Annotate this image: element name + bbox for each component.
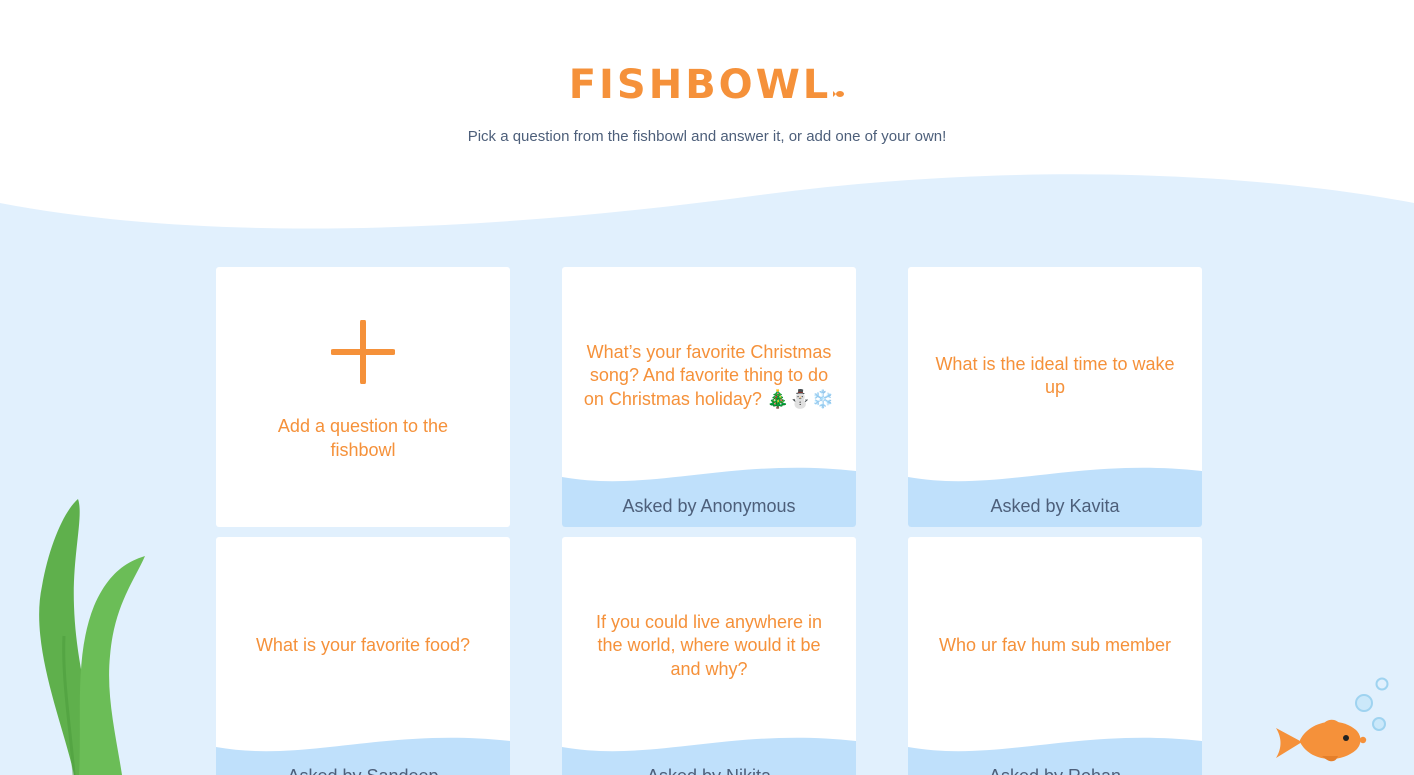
add-question-label: Add a question to the fishbowl xyxy=(277,416,449,460)
logo: FISHBOWL xyxy=(0,62,1414,108)
plus-icon xyxy=(331,320,395,384)
goldfish-icon xyxy=(1270,676,1398,775)
seaweed-icon xyxy=(34,496,150,775)
add-question-card[interactable]: Add a question to the fishbowl xyxy=(216,267,510,527)
question-text: What is your favorite food? xyxy=(255,635,471,656)
page-subtitle: Pick a question from the fishbowl and an… xyxy=(467,128,947,145)
question-card[interactable]: If you could live anywhere in the world,… xyxy=(562,537,856,775)
asked-by-label: Asked by Kavita xyxy=(990,496,1120,516)
question-text: What is the ideal time to wake up xyxy=(935,353,1175,398)
card-wave xyxy=(562,467,856,527)
question-card[interactable]: Who ur fav hum sub member Asked by Rohan xyxy=(908,537,1202,775)
question-text: Who ur fav hum sub member xyxy=(938,635,1172,656)
question-grid: Add a question to the fishbowl What’s yo… xyxy=(216,267,1202,775)
question-text: If you could live anywhere in the world,… xyxy=(595,611,823,679)
asked-by-label: Asked by Nikita xyxy=(562,766,856,775)
question-card[interactable]: What is the ideal time to wake up Asked … xyxy=(908,267,1202,527)
logo-text: FISHBOWL xyxy=(568,62,832,108)
card-wave xyxy=(908,467,1202,527)
question-card[interactable]: What’s your favorite Christmas song? And… xyxy=(562,267,856,527)
asked-by-label: Asked by Sandeep xyxy=(216,766,510,775)
question-card[interactable]: What is your favorite food? Asked by San… xyxy=(216,537,510,775)
asked-by-label: Asked by Rohan xyxy=(908,766,1202,775)
fish-icon xyxy=(833,91,845,97)
question-text: What’s your favorite Christmas song? And… xyxy=(583,341,835,409)
asked-by-label: Asked by Anonymous xyxy=(622,496,796,516)
page: FISHBOWL Pick a question from the fishbo… xyxy=(0,0,1414,775)
